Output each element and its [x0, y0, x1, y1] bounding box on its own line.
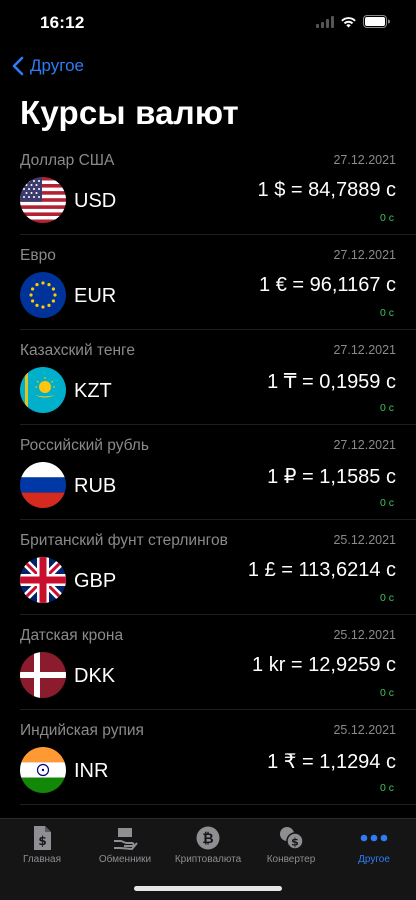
- rate-date: 27.12.2021: [333, 438, 396, 452]
- rate-row-usd[interactable]: Доллар США 27.12.2021 USD 1 $ = 84,7889 …: [0, 140, 416, 235]
- currency-name: Казахский тенге: [20, 342, 135, 359]
- currency-code: INR: [74, 760, 109, 782]
- chevron-left-icon: [12, 56, 24, 76]
- rate-date: 27.12.2021: [333, 343, 396, 357]
- currency-code: GBP: [74, 570, 117, 592]
- rate-row-dkk[interactable]: Датская крона 25.12.2021 DKK 1 kr = 12,9…: [0, 615, 416, 710]
- rate-row-inr[interactable]: Индийская рупия 25.12.2021 INR 1 ₹ = 1,1…: [0, 710, 416, 805]
- currency-name: Российский рубль: [20, 437, 149, 454]
- currency-name: Евро: [20, 247, 56, 264]
- rate-change: 0 с: [379, 402, 394, 414]
- tab-label: Главная: [22, 854, 62, 865]
- rate-date: 27.12.2021: [333, 153, 396, 167]
- tab-label: Конвертер: [266, 854, 316, 865]
- svg-text:$: $: [38, 834, 46, 848]
- bitcoin-icon: ₿: [168, 825, 248, 851]
- rate-row-gbp[interactable]: Британский фунт стерлингов 25.12.2021 GB…: [0, 520, 416, 615]
- back-button[interactable]: Другое: [12, 56, 84, 76]
- rate-change: 0 с: [379, 782, 394, 794]
- tab-label: Другое: [358, 854, 390, 865]
- tab-label: Криптовалюта: [174, 854, 242, 865]
- currency-name: Доллар США: [20, 152, 115, 169]
- rate-change: 0 с: [379, 592, 394, 604]
- rate-date: 25.12.2021: [333, 628, 396, 642]
- home-indicator: [134, 886, 282, 891]
- exchange-rate: 1 ₸ = 0,1959 с: [267, 371, 396, 393]
- currency-name: Британский фунт стерлингов: [20, 532, 228, 549]
- status-bar: 16:12: [0, 0, 416, 48]
- rate-row-eur[interactable]: Евро 27.12.2021 EUR 1 € = 96,1167 с 0 с: [0, 235, 416, 330]
- rate-date: 25.12.2021: [333, 723, 396, 737]
- more-icon: [334, 825, 414, 851]
- tab-home[interactable]: $ Главная: [2, 825, 82, 865]
- status-icons: [316, 15, 390, 28]
- back-label: Другое: [30, 56, 85, 75]
- svg-text:$: $: [291, 836, 299, 849]
- gb-flag-icon: [20, 557, 66, 603]
- converter-icon: $: [251, 825, 331, 851]
- rate-change: 0 с: [379, 212, 394, 224]
- currency-code: EUR: [74, 285, 117, 307]
- currency-code: USD: [74, 190, 117, 212]
- wifi-icon: [340, 16, 357, 28]
- currency-name: Датская крона: [20, 627, 124, 644]
- us-flag-icon: [20, 177, 66, 223]
- divider: [20, 804, 416, 805]
- ru-flag-icon: [20, 462, 66, 508]
- kz-flag-icon: [20, 367, 66, 413]
- dollar-doc-icon: $: [2, 825, 82, 851]
- rate-date: 27.12.2021: [333, 248, 396, 262]
- exchange-rate: 1 £ = 113,6214 с: [247, 559, 396, 581]
- exchange-rate: 1 ₹ = 1,1294 с: [267, 751, 396, 773]
- rate-change: 0 с: [379, 307, 394, 319]
- tab-converter[interactable]: $ Конвертер: [251, 825, 331, 865]
- rate-row-rub[interactable]: Российский рубль 27.12.2021 RUB 1 ₽ = 1,…: [0, 425, 416, 520]
- eu-flag-icon: [20, 272, 66, 318]
- dk-flag-icon: [20, 652, 66, 698]
- battery-icon: [363, 15, 390, 28]
- status-time: 16:12: [40, 13, 85, 32]
- tab-exchangers[interactable]: Обменники: [85, 825, 165, 865]
- cellular-signal-icon: [316, 15, 334, 28]
- svg-text:₿: ₿: [202, 831, 213, 847]
- tab-other[interactable]: Другое: [334, 825, 414, 865]
- rate-row-kzt[interactable]: Казахский тенге 27.12.2021 KZT 1 ₸ = 0,1…: [0, 330, 416, 425]
- currency-code: RUB: [74, 475, 117, 497]
- page-title: Курсы валют: [20, 94, 239, 131]
- rate-change: 0 с: [379, 687, 394, 699]
- rates-list: Доллар США 27.12.2021 USD 1 $ = 84,7889 …: [0, 140, 416, 805]
- in-flag-icon: [20, 747, 66, 793]
- exchange-rate: 1 € = 96,1167 с: [259, 274, 396, 296]
- exchange-rate: 1 ₽ = 1,1585 с: [267, 466, 396, 488]
- rate-change: 0 с: [379, 497, 394, 509]
- exchange-hand-icon: [85, 825, 165, 851]
- currency-code: DKK: [74, 665, 116, 687]
- exchange-rate: 1 kr = 12,9259 с: [252, 654, 396, 676]
- currency-name: Индийская рупия: [20, 722, 144, 739]
- tab-crypto[interactable]: ₿ Криптовалюта: [168, 825, 248, 865]
- currency-code: KZT: [74, 380, 112, 402]
- tab-label: Обменники: [98, 854, 152, 865]
- rate-date: 25.12.2021: [333, 533, 396, 547]
- exchange-rate: 1 $ = 84,7889 с: [257, 179, 396, 201]
